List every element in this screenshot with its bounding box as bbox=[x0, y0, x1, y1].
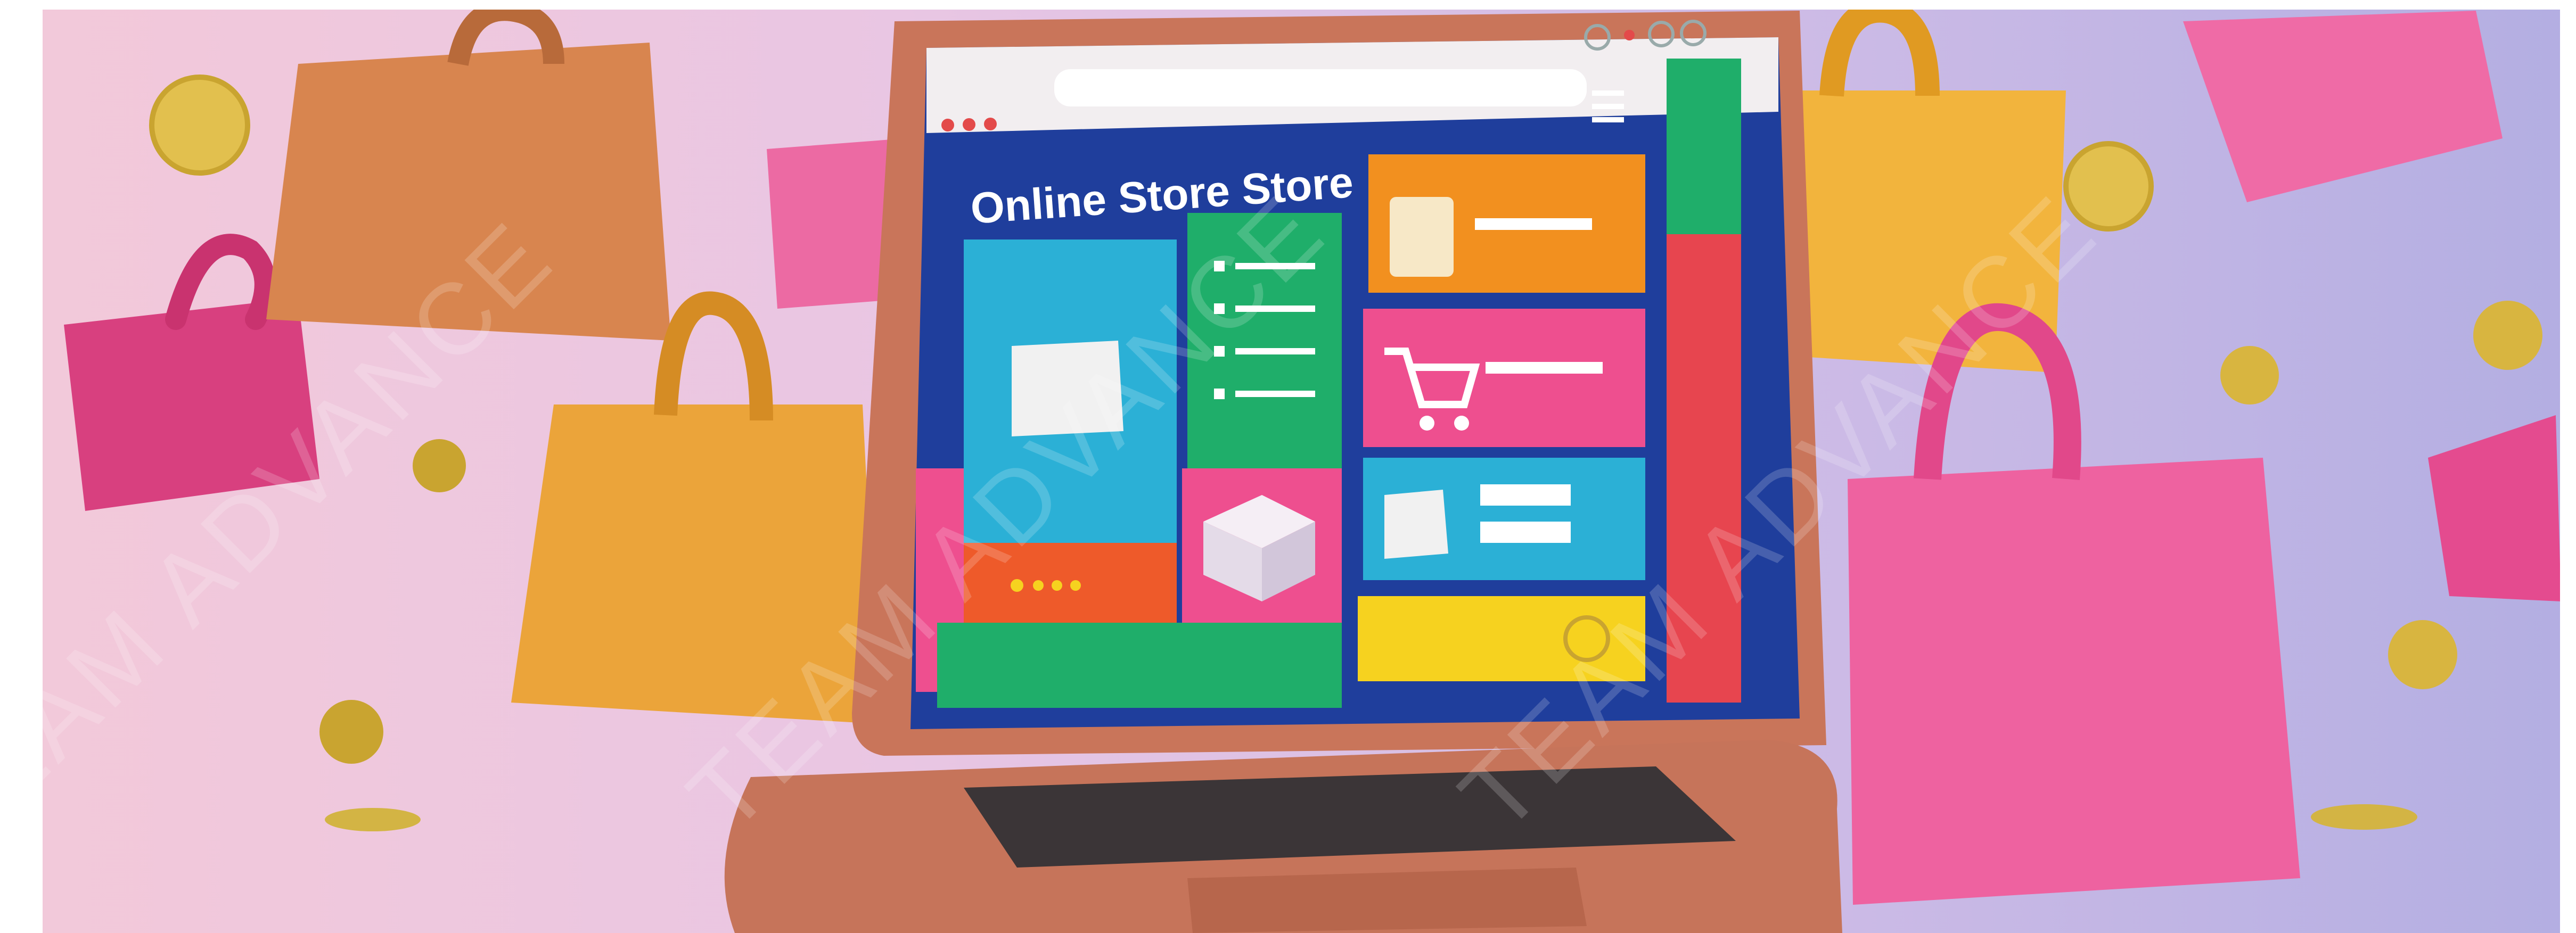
coin-icon bbox=[325, 808, 421, 831]
right-frame bbox=[2560, 0, 2576, 933]
shopping-bag-icon bbox=[2183, 11, 2503, 202]
coin-icon bbox=[2311, 804, 2417, 830]
laptop: Online Store Store bbox=[724, 11, 1842, 933]
illustration-scene: Online Store Store TEAM ADVANCE TEAM ADV… bbox=[0, 0, 2576, 933]
menu-icon bbox=[1592, 90, 1624, 122]
trackpad bbox=[1187, 868, 1587, 933]
coin-icon bbox=[2473, 301, 2542, 370]
left-frame bbox=[0, 0, 43, 933]
coin-icon bbox=[413, 439, 466, 492]
calculator-icon bbox=[1390, 197, 1454, 277]
coin-icon bbox=[2220, 346, 2279, 404]
shopping-bag-icon bbox=[1384, 490, 1448, 559]
top-frame bbox=[0, 0, 2576, 10]
coin-icon bbox=[149, 75, 250, 176]
coin-icon bbox=[319, 700, 383, 764]
coin-icon bbox=[2388, 620, 2457, 689]
shopping-bag-icon bbox=[2428, 415, 2561, 601]
